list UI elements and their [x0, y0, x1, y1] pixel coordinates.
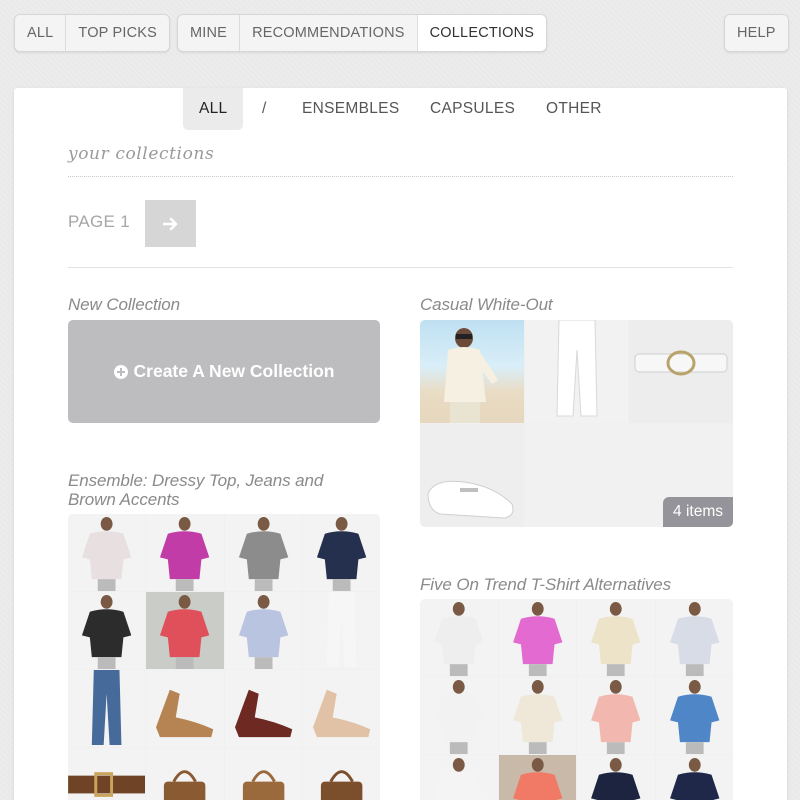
filter-group: ALL TOP PICKS: [14, 14, 171, 52]
tab-ensembles[interactable]: ENSEMBLES: [302, 88, 399, 130]
product-thumbnail: [498, 755, 576, 800]
product-thumbnail: [224, 748, 302, 800]
tab-all[interactable]: ALL: [183, 88, 244, 130]
product-thumbnail: [498, 677, 576, 754]
product-thumbnail: [420, 320, 524, 423]
product-thumbnail: [655, 599, 733, 676]
next-page-button[interactable]: [145, 200, 196, 247]
product-thumbnail: [629, 320, 733, 423]
nav-recommendations-button[interactable]: RECOMMENDATIONS: [240, 15, 418, 51]
product-thumbnail: [577, 755, 655, 800]
product-thumbnail: [655, 677, 733, 754]
nav-mine-button[interactable]: MINE: [178, 15, 241, 51]
collections-panel: ALL / ENSEMBLES CAPSULES OTHER your coll…: [14, 88, 787, 800]
tab-other[interactable]: OTHER: [546, 88, 602, 130]
collection-card-ensemble[interactable]: [68, 514, 380, 800]
product-thumbnail: [68, 670, 146, 747]
product-thumbnail: [498, 599, 576, 676]
product-thumbnail: [655, 755, 733, 800]
create-collection-button[interactable]: Create A New Collection: [68, 320, 380, 423]
divider: [68, 176, 733, 177]
divider: [68, 267, 733, 268]
page-title: your collections: [68, 144, 215, 164]
product-thumbnail: [146, 592, 224, 669]
item-count-badge: 4 items: [663, 497, 733, 527]
tab-separator: /: [262, 100, 267, 117]
product-thumbnail: [525, 320, 628, 423]
collection-title: Casual White-Out: [420, 295, 553, 314]
collection-type-tabs: ALL / ENSEMBLES CAPSULES OTHER: [14, 88, 787, 130]
product-thumbnail: [302, 514, 380, 591]
model-photo: [444, 328, 498, 423]
product-thumbnail: [224, 670, 302, 747]
arrow-right-icon: [162, 217, 177, 230]
tab-capsules[interactable]: CAPSULES: [430, 88, 515, 130]
product-thumbnail: [302, 592, 380, 669]
collection-title: Ensemble: Dressy Top, Jeans and Brown Ac…: [68, 471, 324, 509]
help-button[interactable]: HELP: [725, 15, 788, 51]
product-thumbnail: [420, 755, 498, 800]
product-thumbnail: [302, 748, 380, 800]
nav-top-picks-button[interactable]: TOP PICKS: [66, 15, 170, 51]
product-thumbnail: [577, 599, 655, 676]
view-group: MINE RECOMMENDATIONS COLLECTIONS: [177, 14, 548, 52]
product-thumbnail: [420, 599, 498, 676]
product-thumbnail: [68, 592, 146, 669]
product-thumbnail: [420, 677, 498, 754]
page-indicator: PAGE 1: [68, 212, 130, 231]
help-group: HELP: [724, 14, 789, 52]
product-thumbnail: [68, 748, 146, 800]
product-thumbnail: [577, 677, 655, 754]
create-collection-label: Create A New Collection: [133, 361, 335, 381]
product-thumbnail: [224, 592, 302, 669]
white-belt-photo: [634, 350, 728, 376]
white-loafer-photo: [427, 480, 514, 519]
new-collection-title: New Collection: [68, 295, 180, 314]
collection-card-casual-white-out[interactable]: 4 items: [420, 320, 733, 527]
product-thumbnail: [146, 514, 224, 591]
collection-title: Five On Trend T-Shirt Alternatives: [420, 575, 672, 594]
product-thumbnail: [302, 670, 380, 747]
white-jeans-photo: [556, 320, 598, 417]
product-thumbnail: [420, 424, 524, 527]
plus-circle-icon: [113, 364, 128, 379]
product-thumbnail: [146, 748, 224, 800]
product-thumbnail: [68, 514, 146, 591]
collection-card-t-shirt-alternatives[interactable]: [420, 599, 733, 800]
create-collection-label-wrap: Create A New Collection: [113, 361, 335, 382]
nav-all-button[interactable]: ALL: [15, 15, 67, 51]
product-thumbnail: [224, 514, 302, 591]
nav-collections-button[interactable]: COLLECTIONS: [417, 15, 547, 51]
product-thumbnail: [146, 670, 224, 747]
